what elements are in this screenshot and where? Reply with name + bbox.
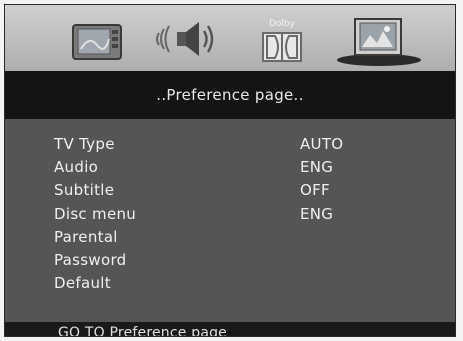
menu-item-default[interactable]: Default (54, 272, 434, 295)
preference-menu: TV Type AUTO Audio ENG Subtitle OFF Disc… (5, 119, 455, 322)
tab-dolby[interactable]: Dolby (255, 15, 309, 63)
menu-item-value: AUTO (300, 135, 344, 153)
menu-item-disc-menu[interactable]: Disc menu ENG (54, 203, 434, 226)
menu-item-parental[interactable]: Parental (54, 226, 434, 249)
menu-item-audio[interactable]: Audio ENG (54, 156, 434, 179)
menu-item-label: Password (54, 251, 127, 269)
menu-item-label: Disc menu (54, 205, 137, 223)
menu-item-label: Default (54, 274, 111, 292)
menu-item-value: ENG (300, 158, 334, 176)
menu-item-subtitle[interactable]: Subtitle OFF (54, 179, 434, 202)
menu-item-label: Parental (54, 228, 118, 246)
status-bar: GO TO Preference page (5, 322, 455, 336)
dolby-label: Dolby (269, 19, 296, 29)
page-title: ..Preference page.. (5, 71, 455, 119)
dolby-icon: Dolby (262, 19, 302, 62)
tab-audio[interactable] (155, 15, 217, 63)
menu-item-label: TV Type (54, 135, 115, 153)
tab-general[interactable] (69, 15, 127, 63)
menu-item-password[interactable]: Password (54, 249, 434, 272)
tab-preference[interactable] (335, 13, 423, 67)
menu-item-label: Audio (54, 158, 99, 176)
tv-screen-icon (72, 24, 122, 60)
preference-picture-icon (337, 18, 421, 66)
menu-item-value: OFF (300, 181, 330, 199)
osd-screen: Dolby ..Preference page.. TV Type AUTO A… (4, 4, 456, 337)
setup-tab-bar: Dolby (5, 5, 455, 71)
menu-item-label: Subtitle (54, 181, 115, 199)
speaker-audio-icon (156, 22, 214, 56)
menu-item-value: ENG (300, 205, 334, 223)
menu-item-tv-type[interactable]: TV Type AUTO (54, 133, 434, 156)
